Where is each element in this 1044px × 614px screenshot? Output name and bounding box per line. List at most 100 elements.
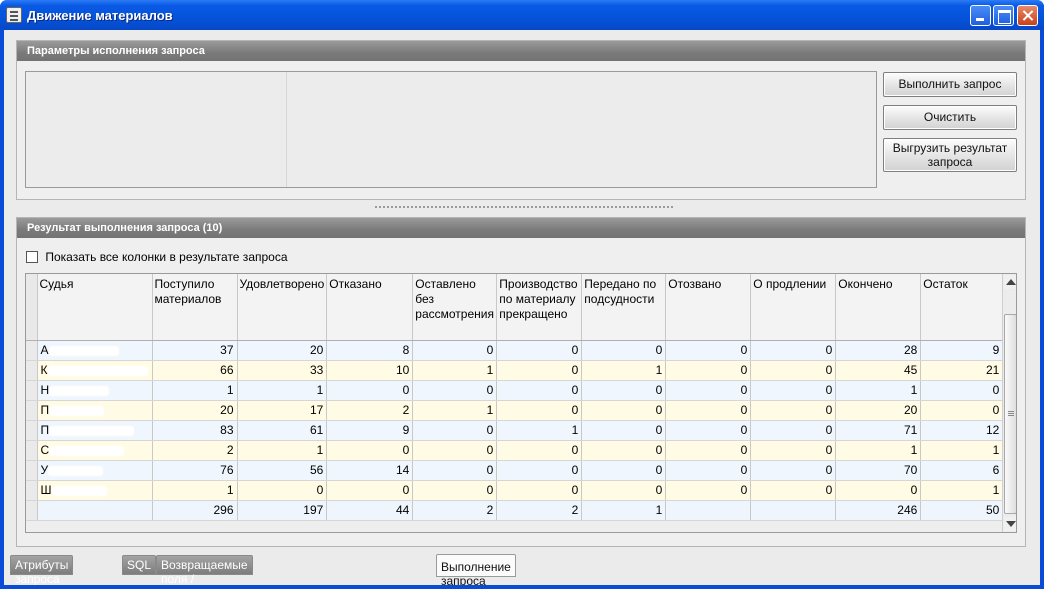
- table-cell[interactable]: 0: [750, 440, 837, 461]
- table-cell[interactable]: 0: [326, 380, 414, 401]
- table-cell[interactable]: 1: [920, 440, 1004, 461]
- table-cell[interactable]: 0: [581, 400, 667, 421]
- table-cell[interactable]: 83: [152, 420, 238, 441]
- table-cell[interactable]: 1: [412, 360, 498, 381]
- table-cell[interactable]: 9: [920, 340, 1004, 361]
- show-all-columns-checkbox[interactable]: [26, 250, 38, 263]
- table-cell[interactable]: 0: [581, 380, 667, 401]
- table-cell[interactable]: 0: [665, 340, 752, 361]
- table-cell[interactable]: 14: [326, 460, 414, 481]
- table-cell[interactable]: 0: [665, 460, 752, 481]
- table-cell[interactable]: 8: [326, 340, 414, 361]
- clear-button[interactable]: Очистить: [883, 105, 1017, 130]
- judge-name-cell[interactable]: К: [37, 360, 153, 381]
- column-header[interactable]: Окончено: [835, 274, 922, 341]
- table-cell[interactable]: 37: [152, 340, 238, 361]
- table-cell[interactable]: 0: [750, 400, 837, 421]
- table-cell[interactable]: 1: [581, 360, 667, 381]
- table-cell[interactable]: 1: [496, 420, 583, 441]
- table-cell[interactable]: 0: [665, 440, 752, 461]
- column-header[interactable]: Передано по подсудности: [581, 274, 667, 341]
- row-selector[interactable]: [26, 340, 38, 361]
- table-cell[interactable]: [750, 500, 837, 521]
- column-header[interactable]: Отказано: [326, 274, 414, 341]
- row-selector[interactable]: [26, 480, 38, 501]
- judge-name-cell[interactable]: Ш: [37, 480, 153, 501]
- table-cell[interactable]: 2: [496, 500, 583, 521]
- table-cell[interactable]: 50: [920, 500, 1004, 521]
- table-cell[interactable]: 33: [237, 360, 328, 381]
- table-cell[interactable]: 0: [750, 480, 837, 501]
- table-cell[interactable]: 246: [835, 500, 922, 521]
- table-cell[interactable]: 0: [750, 360, 837, 381]
- table-cell[interactable]: 0: [581, 340, 667, 361]
- table-cell[interactable]: 0: [581, 480, 667, 501]
- table-row[interactable]: А 37 20 8 0 0 0 0 0 28 9: [26, 340, 1004, 361]
- table-cell[interactable]: 70: [835, 460, 922, 481]
- table-cell[interactable]: 12: [920, 420, 1004, 441]
- table-cell[interactable]: 0: [496, 340, 583, 361]
- table-cell[interactable]: 20: [835, 400, 922, 421]
- row-selector[interactable]: [26, 360, 38, 381]
- table-cell[interactable]: 0: [412, 440, 498, 461]
- table-cell[interactable]: 61: [237, 420, 328, 441]
- scroll-up-icon[interactable]: [1004, 275, 1016, 289]
- table-cell[interactable]: 1: [835, 380, 922, 401]
- table-cell[interactable]: 17: [237, 400, 328, 421]
- judge-name-cell[interactable]: П: [37, 420, 153, 441]
- table-cell[interactable]: 76: [152, 460, 238, 481]
- table-total-row[interactable]: 296 197 44 2 2 1 246 50: [26, 500, 1004, 521]
- table-cell[interactable]: 1: [237, 440, 328, 461]
- row-selector[interactable]: [26, 440, 38, 461]
- table-row[interactable]: С2100000011: [26, 440, 1004, 461]
- table-cell[interactable]: 71: [835, 420, 922, 441]
- table-cell[interactable]: 0: [665, 400, 752, 421]
- app-icon[interactable]: [6, 7, 22, 23]
- table-cell[interactable]: 0: [920, 380, 1004, 401]
- row-selector[interactable]: [26, 380, 38, 401]
- result-grid[interactable]: Судья Поступило материалов Удовлетворено От…: [25, 273, 1017, 533]
- table-cell[interactable]: 0: [496, 480, 583, 501]
- execute-query-button[interactable]: Выполнить запрос: [883, 72, 1017, 97]
- table-cell[interactable]: 20: [237, 340, 328, 361]
- table-row[interactable]: Ш1000000001: [26, 480, 1004, 501]
- table-cell[interactable]: 21: [920, 360, 1004, 381]
- table-cell[interactable]: 56: [237, 460, 328, 481]
- table-cell[interactable]: 0: [665, 480, 752, 501]
- judge-name-cell[interactable]: У: [37, 460, 153, 481]
- params-divider[interactable]: [286, 72, 287, 187]
- table-row[interactable]: П 20 17 2 1 0 0 0 0 20 0: [26, 400, 1004, 421]
- column-header[interactable]: Отозвано: [665, 274, 752, 341]
- table-cell[interactable]: 0: [835, 480, 922, 501]
- table-cell[interactable]: 0: [496, 360, 583, 381]
- table-cell[interactable]: 0: [750, 380, 837, 401]
- row-selector[interactable]: [26, 400, 38, 421]
- table-cell[interactable]: 0: [412, 380, 498, 401]
- params-editor[interactable]: [25, 71, 877, 188]
- judge-name-cell[interactable]: [37, 500, 153, 521]
- table-cell[interactable]: 1: [835, 440, 922, 461]
- show-all-columns-row[interactable]: Показать все колонки в результате запрос…: [26, 249, 288, 264]
- table-cell[interactable]: 0: [412, 420, 498, 441]
- column-header[interactable]: Судья: [37, 274, 153, 341]
- column-header[interactable]: Остаток: [920, 274, 1004, 341]
- table-cell[interactable]: 296: [152, 500, 238, 521]
- row-selector[interactable]: [26, 500, 38, 521]
- table-cell[interactable]: 0: [581, 460, 667, 481]
- table-cell[interactable]: 1: [920, 480, 1004, 501]
- column-header[interactable]: О продлении: [750, 274, 837, 341]
- row-selector[interactable]: [26, 420, 38, 441]
- table-cell[interactable]: 0: [496, 440, 583, 461]
- tab-query-attributes[interactable]: Атрибуты запроса: [10, 555, 74, 586]
- table-cell[interactable]: 0: [237, 480, 328, 501]
- table-cell[interactable]: 1: [152, 480, 238, 501]
- table-cell[interactable]: 6: [920, 460, 1004, 481]
- table-cell[interactable]: 66: [152, 360, 238, 381]
- table-cell[interactable]: 2: [152, 440, 238, 461]
- table-cell[interactable]: 0: [496, 400, 583, 421]
- table-cell[interactable]: 0: [750, 340, 837, 361]
- judge-name-cell[interactable]: С: [37, 440, 153, 461]
- table-row[interactable]: Н1100000010: [26, 380, 1004, 401]
- table-cell[interactable]: 10: [326, 360, 414, 381]
- table-cell[interactable]: 0: [496, 460, 583, 481]
